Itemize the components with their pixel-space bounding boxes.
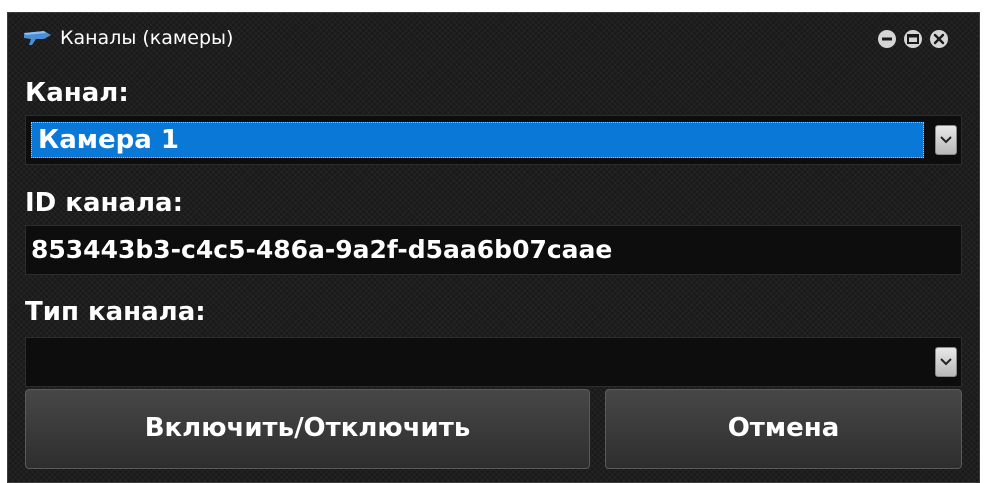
chevron-down-icon <box>940 136 952 144</box>
toggle-channel-button[interactable]: Включить/Отключить <box>25 389 590 469</box>
channel-type-select[interactable] <box>25 337 962 387</box>
chevron-down-icon <box>940 358 952 366</box>
camera-icon <box>22 29 52 47</box>
cancel-button[interactable]: Отмена <box>605 389 962 469</box>
channel-id-field[interactable]: 853443b3-c4c5-486a-9a2f-d5aa6b07caae <box>25 225 962 275</box>
minimize-button[interactable] <box>878 30 896 48</box>
channel-type-label: Тип канала: <box>25 297 206 327</box>
maximize-button[interactable] <box>904 30 922 48</box>
channel-dropdown-button[interactable] <box>935 125 957 155</box>
close-button[interactable] <box>930 30 948 48</box>
maximize-icon <box>907 34 919 44</box>
minimize-icon <box>882 37 892 41</box>
channels-dialog: Каналы (камеры) Канал: Камера 1 ID канал… <box>7 12 980 483</box>
window-title: Каналы (камеры) <box>60 27 234 49</box>
title-bar[interactable]: Каналы (камеры) <box>8 13 979 63</box>
channel-type-dropdown-button[interactable] <box>935 347 957 377</box>
close-icon <box>933 33 945 45</box>
channel-id-label: ID канала: <box>25 188 183 218</box>
channel-selected-value: Камера 1 <box>31 122 924 158</box>
channel-label: Канал: <box>25 78 129 108</box>
channel-select[interactable]: Камера 1 <box>25 115 962 165</box>
